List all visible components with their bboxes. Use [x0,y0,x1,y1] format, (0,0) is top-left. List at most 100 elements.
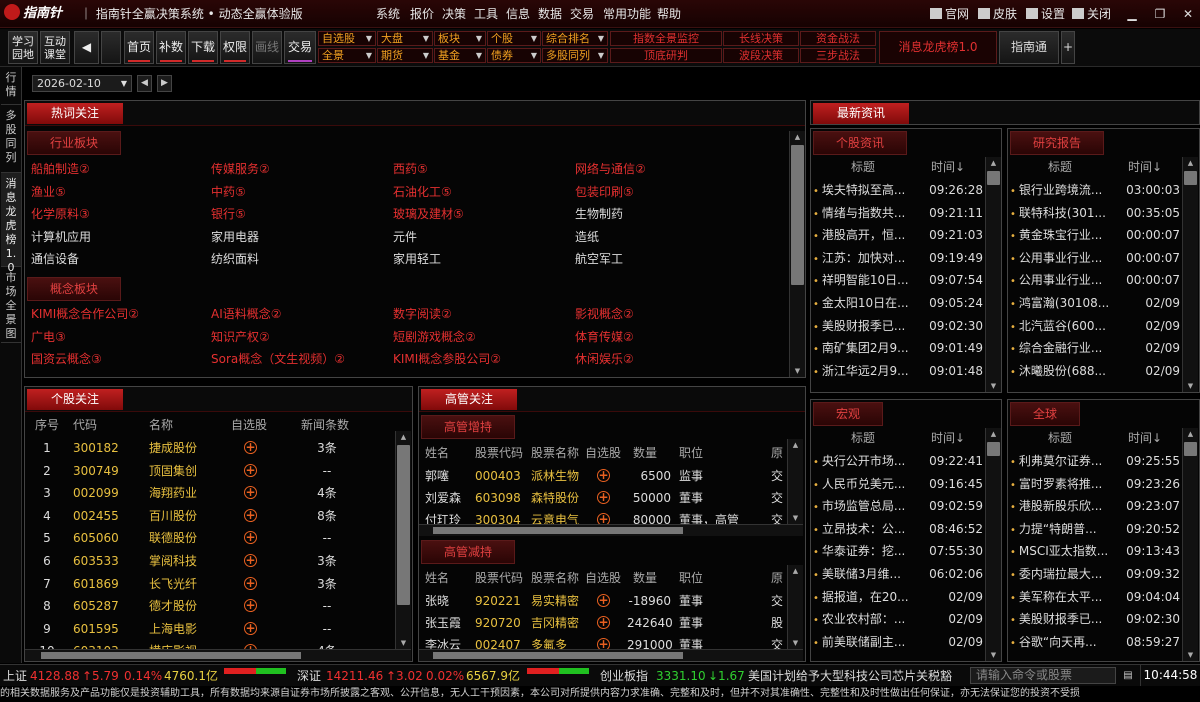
menu-tools[interactable]: 工具 [474,0,498,28]
title-column-header[interactable]: 标题 [1048,428,1072,448]
date-picker[interactable]: 2026-02-10 ▼ [32,75,132,92]
news-item[interactable]: • 美股财报季已... 09:02:30 [813,315,983,338]
news-item[interactable]: • 公用事业行业... 00:00:07 [1010,269,1180,292]
news-headline[interactable]: 银行业跨境流... [1019,183,1102,197]
add-watchlist-icon[interactable]: + [597,491,610,504]
news-item[interactable]: • 港股新股乐欣... 09:23:07 [1010,495,1180,518]
industry-word[interactable]: 通信设备 [31,249,79,270]
time-column-header[interactable]: 时间↓ [1128,157,1162,177]
news-item[interactable]: • 央行公开市场... 09:22:41 [813,450,983,473]
add-watchlist-icon[interactable]: + [244,508,257,522]
news-headline[interactable]: 情绪与指数共... [822,206,905,220]
stock-code[interactable]: 603098 [475,487,521,509]
stock-code[interactable]: 300749 [73,460,119,482]
table-row[interactable]: 8 605287 德才股份 + -- [25,595,395,617]
news-item[interactable]: • 力提“特朗普... 09:20:52 [1010,518,1180,541]
panorama-dropdown[interactable]: 全景 ▼ [318,48,376,63]
leftnav-news-dragon[interactable]: 消息龙虎榜1.0 [1,173,21,274]
add-watchlist-icon[interactable]: + [597,594,610,607]
scroll-thumb[interactable] [1184,171,1197,185]
stock-name[interactable]: 捷成股份 [149,437,197,459]
leftnav-multi-stock[interactable]: 多股同列 [1,105,21,173]
global-news-tab[interactable]: 全球 [1010,402,1081,426]
stock-scrollbar[interactable]: ▲ ▼ [395,431,411,649]
column-header[interactable]: 原 [771,443,783,463]
column-header[interactable]: 自选股 [585,443,621,463]
scroll-thumb[interactable] [1184,442,1197,456]
close-link[interactable]: 关闭 [1072,0,1111,28]
macro-news-tab[interactable]: 宏观 [813,402,884,426]
industry-tab[interactable]: 行业板块 [27,131,122,155]
title-column-header[interactable]: 标题 [851,157,875,177]
watchlist-dropdown[interactable]: 自选股 ▼ [318,31,376,46]
table-row[interactable]: 3 002099 海翔药业 +4条 [25,482,395,504]
industry-word[interactable]: 中药⑤ [211,182,246,203]
news-item[interactable]: • 港股高开，恒... 09:21:03 [813,224,983,247]
news-item[interactable]: • 沐曦股份(688... 02/09 [1010,360,1180,383]
menu-common[interactable]: 常用功能 [603,0,651,28]
keyboard-icon[interactable]: ▤ [1120,667,1136,684]
research-scrollbar[interactable]: ▲ ▼ [1182,157,1198,392]
research-tab[interactable]: 研究报告 [1010,131,1105,155]
back-button[interactable]: ◀ [74,31,99,64]
column-header[interactable]: 新闻条数 [301,415,349,435]
news-headline[interactable]: 北汽蓝谷(600... [1019,319,1106,333]
concept-tab[interactable]: 概念板块 [27,277,122,301]
news-headline[interactable]: 富时罗素将推... [1019,477,1102,491]
news-item[interactable]: • 埃夫特拟至高... 09:26:28 [813,179,983,202]
add-watchlist-icon[interactable]: + [244,621,257,635]
exec-inc-scrollbar[interactable]: ▲ ▼ [787,439,803,524]
leftnav-market-panorama[interactable]: 市场全景图 [1,267,21,343]
industry-word[interactable]: 生物制药 [575,204,623,225]
add-tab-button[interactable]: + [1061,31,1075,64]
macro-news-scrollbar[interactable]: ▲ ▼ [985,428,1001,661]
add-watchlist-icon[interactable]: + [244,441,257,454]
news-headline[interactable]: 立昂技术：公... [822,522,905,536]
column-header[interactable]: 序号 [35,415,59,435]
stock-name[interactable]: 易实精密 [531,590,579,612]
stock-name[interactable]: 海翔药业 [149,482,197,504]
bond-dropdown[interactable]: 债券 ▼ [487,48,541,63]
stock-code[interactable]: 300182 [73,437,119,459]
news-headline[interactable]: 公用事业行业... [1019,273,1102,287]
news-ticker[interactable]: 美国计划给予大型科技公司芯片关税豁 [748,665,968,687]
news-headline[interactable]: 据报道，在20... [822,590,909,604]
news-headline[interactable]: 市场监管总局... [822,499,905,513]
news-item[interactable]: • 人民币兑美元... 09:16:45 [813,473,983,496]
menu-system[interactable]: 系统 [376,0,400,28]
index-monitor-button[interactable]: 指数全景监控 [610,31,722,46]
concept-word[interactable]: KIMI概念参股公司② [393,349,501,370]
stock-dropdown[interactable]: 个股 ▼ [487,31,541,46]
industry-word[interactable]: 造纸 [575,227,599,248]
industry-word[interactable]: 银行⑤ [211,204,246,225]
industry-word[interactable]: 纺织面料 [211,249,259,270]
column-header[interactable]: 职位 [679,443,703,463]
industry-word[interactable]: 玻璃及建材⑤ [393,204,464,225]
fill-data-button[interactable]: 补数 [156,31,186,64]
menu-data[interactable]: 数据 [538,0,562,28]
table-row[interactable]: 6 603533 掌阅科技 +3条 [25,550,395,572]
prev-date-button[interactable]: ◀ [137,75,152,92]
news-item[interactable]: • 黄金珠宝行业... 00:00:07 [1010,224,1180,247]
news-item[interactable]: • 美联储3月维... 06:02:06 [813,563,983,586]
table-row[interactable]: 1 300182 捷成股份 +3条 [25,437,395,459]
study-garden-button[interactable]: 学习 园地 [8,31,38,64]
news-headline[interactable]: 埃夫特拟至高... [822,183,905,197]
scroll-thumb[interactable] [987,442,1000,456]
exec-dec-hscrollbar[interactable] [419,649,803,661]
industry-word[interactable]: 包装印刷⑤ [575,182,634,203]
stock-code[interactable]: 601595 [73,618,119,640]
stock-name[interactable]: 百川股份 [149,505,197,527]
ranking-dropdown[interactable]: 综合排名 ▼ [542,31,608,46]
exec-dec-scrollbar[interactable]: ▲ ▼ [787,565,803,649]
industry-word[interactable]: 西药⑤ [393,159,428,180]
menu-trade[interactable]: 交易 [570,0,594,28]
news-headline[interactable]: 农业农村部：... [822,612,905,626]
long-term-decision-button[interactable]: 长线决策 [723,31,799,46]
column-header[interactable]: 数量 [633,568,657,588]
add-watchlist-icon[interactable]: + [244,554,257,567]
news-headline[interactable]: 前美联储副主... [822,635,905,649]
home-button[interactable]: 首页 [124,31,154,64]
exec-increase-tab[interactable]: 高管增持 [421,415,516,439]
news-headline[interactable]: 公用事业行业... [1019,251,1102,265]
